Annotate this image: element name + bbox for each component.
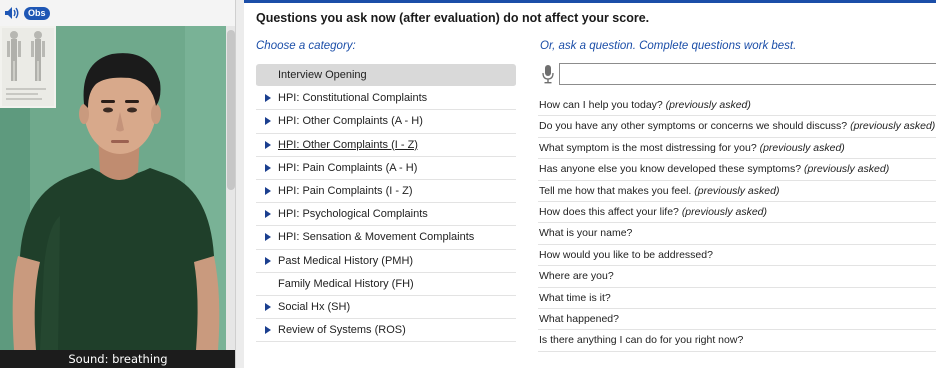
question-item[interactable]: Has anyone else you know developed these… <box>538 159 936 181</box>
app-root: Obs Sound: breathing Questions you ask n… <box>0 0 936 368</box>
expand-arrow-icon <box>265 163 271 172</box>
interview-panel: Questions you ask now (after evaluation)… <box>244 0 936 368</box>
question-text: How does this affect your life? <box>539 205 679 218</box>
category-item[interactable]: Social Hx (SH) <box>256 296 516 320</box>
question-text: How can I help you today? <box>539 99 663 111</box>
category-label: HPI: Constitutional Complaints <box>278 92 428 105</box>
category-label: HPI: Other Complaints (I - Z) <box>278 138 418 151</box>
audio-controls: Obs <box>4 6 50 20</box>
category-item[interactable]: Review of Systems (ROS) <box>256 319 516 343</box>
category-item[interactable]: HPI: Sensation & Movement Complaints <box>256 226 516 250</box>
question-text: How would you like to be addressed? <box>539 248 713 261</box>
question-text: Tell me how that makes you feel. <box>539 184 692 197</box>
question-text: Has anyone else you know developed these… <box>539 163 802 176</box>
question-item[interactable]: Where are you? <box>538 266 936 288</box>
question-list: How can I help you today? (previously as… <box>538 95 936 352</box>
category-heading: Choose a category: <box>256 40 356 52</box>
question-item[interactable]: How would you like to be addressed? <box>538 245 936 267</box>
previously-asked-note: (previously asked) <box>759 141 845 154</box>
question-item[interactable]: How does this affect your life? (previou… <box>538 202 936 224</box>
category-label: HPI: Sensation & Movement Complaints <box>278 231 475 244</box>
category-label: HPI: Psychological Complaints <box>278 208 428 221</box>
expand-arrow-icon <box>265 302 271 311</box>
previously-asked-note: (previously asked) <box>665 99 751 111</box>
previously-asked-note: (previously asked) <box>804 163 890 176</box>
question-text: Is there anything I can do for you right… <box>539 334 744 347</box>
category-label: Family Medical History (FH) <box>278 277 414 290</box>
category-item[interactable]: HPI: Constitutional Complaints <box>256 87 516 111</box>
question-item[interactable]: What is your name? <box>538 223 936 245</box>
previously-asked-note: (previously asked) <box>681 205 768 218</box>
question-item[interactable]: How can I help you today? (previously as… <box>538 95 936 117</box>
previously-asked-note: (previously asked) <box>694 184 780 197</box>
category-item[interactable]: HPI: Pain Complaints (I - Z) <box>256 180 516 204</box>
expand-arrow-icon <box>265 256 271 265</box>
patient-panel: Obs Sound: breathing <box>0 0 236 368</box>
previously-asked-note: (previously asked) <box>850 120 936 133</box>
category-item[interactable]: HPI: Other Complaints (I - Z) <box>256 134 516 157</box>
category-item[interactable]: HPI: Pain Complaints (A - H) <box>256 157 516 180</box>
question-item[interactable]: Is there anything I can do for you right… <box>538 330 936 352</box>
category-label: Interview Opening <box>278 69 367 81</box>
obs-button[interactable]: Obs <box>24 6 50 20</box>
scrollbar-thumb[interactable] <box>227 30 235 190</box>
anatomy-poster <box>0 26 56 108</box>
question-text: What happened? <box>539 312 619 325</box>
category-label: HPI: Pain Complaints (A - H) <box>278 161 418 174</box>
ask-question-input[interactable] <box>559 63 936 85</box>
question-text: Do you have any other symptoms or concer… <box>539 120 848 133</box>
category-label: HPI: Other Complaints (A - H) <box>278 115 423 128</box>
expand-arrow-icon <box>265 186 271 195</box>
question-item[interactable]: Do you have any other symptoms or concer… <box>538 116 936 138</box>
expand-arrow-icon <box>265 233 271 242</box>
expand-arrow-icon <box>265 94 271 103</box>
expand-arrow-icon <box>265 210 271 219</box>
speaker-icon[interactable] <box>4 6 20 20</box>
question-text: What symptom is the most distressing for… <box>539 141 757 154</box>
question-item[interactable]: Tell me how that makes you feel. (previo… <box>538 181 936 202</box>
question-text: What time is it? <box>539 291 611 304</box>
category-item[interactable]: Family Medical History (FH) <box>256 273 516 296</box>
category-item[interactable]: HPI: Psychological Complaints <box>256 203 516 227</box>
patient-image <box>0 26 235 350</box>
sound-caption: Sound: breathing <box>0 350 235 368</box>
ask-question-heading: Or, ask a question. Complete questions w… <box>540 40 797 52</box>
category-item[interactable]: Interview Opening <box>256 64 516 88</box>
question-text: Where are you? <box>539 270 614 283</box>
category-label: Review of Systems (ROS) <box>278 324 406 337</box>
question-item[interactable]: What happened? <box>538 309 936 331</box>
question-item[interactable]: What time is it? <box>538 288 936 309</box>
category-item[interactable]: HPI: Other Complaints (A - H) <box>256 110 516 134</box>
patient-scene <box>0 26 235 350</box>
patient-panel-scrollbar[interactable] <box>226 26 235 350</box>
question-item[interactable]: What symptom is the most distressing for… <box>538 138 936 160</box>
category-item[interactable]: Past Medical History (PMH) <box>256 250 516 273</box>
expand-arrow-icon <box>265 326 271 335</box>
category-label: Past Medical History (PMH) <box>278 254 414 267</box>
question-text: What is your name? <box>539 227 633 240</box>
category-label: HPI: Pain Complaints (I - Z) <box>278 184 413 197</box>
category-list: Interview Opening HPI: Constitutional Com… <box>256 64 516 343</box>
expand-arrow-icon <box>265 140 271 149</box>
microphone-icon[interactable] <box>542 64 554 84</box>
category-label: Social Hx (SH) <box>278 300 351 313</box>
expand-arrow-icon <box>265 117 271 126</box>
evaluation-notice: Questions you ask now (after evaluation)… <box>256 11 650 25</box>
